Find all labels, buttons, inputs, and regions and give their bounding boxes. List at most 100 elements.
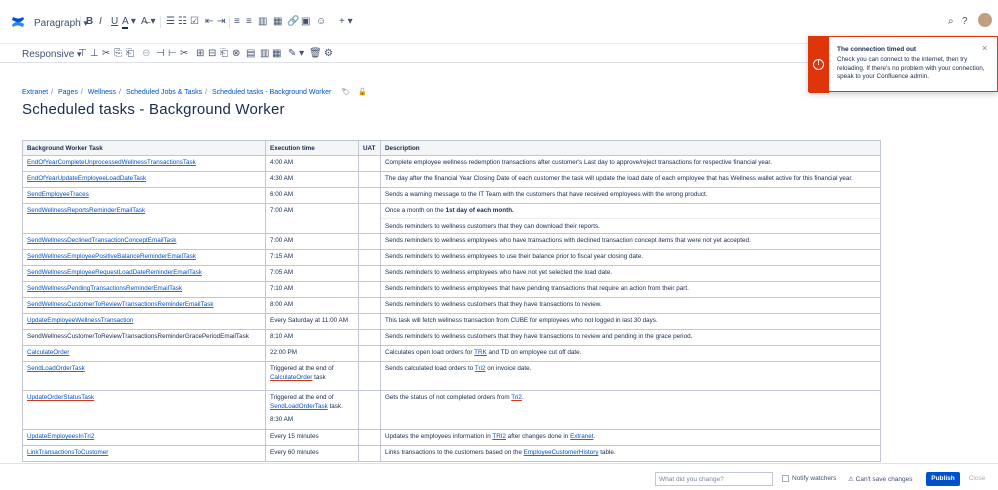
description-cell[interactable]: Sends calculated load orders to Tri2 on … <box>380 361 881 391</box>
publish-button[interactable]: Publish <box>926 472 960 486</box>
execution-time-cell[interactable]: Every 15 minutes <box>265 429 359 446</box>
task-name-cell[interactable]: SendEmployeeTraces <box>22 187 266 204</box>
row-above-icon[interactable]: ⊤ <box>78 48 87 60</box>
restrictions-icon[interactable]: 🔓 <box>358 89 367 96</box>
description-cell[interactable]: Sends reminders to wellness employees to… <box>380 249 881 266</box>
copy-row-icon[interactable]: ⎘ <box>114 48 122 60</box>
italic-button[interactable]: I <box>99 16 102 28</box>
task-link[interactable]: CalculateOrder <box>27 349 69 356</box>
task-name-cell[interactable]: LinkTransactionsToCustomer <box>22 445 266 462</box>
task-link[interactable]: UpdateOrderStatusTask <box>27 394 94 401</box>
search-icon[interactable]: ⌕ <box>948 16 954 28</box>
description-cell[interactable]: The day after the financial Year Closing… <box>380 171 881 188</box>
task-name-cell[interactable]: CalculateOrder <box>22 345 266 362</box>
task-link[interactable]: UpdateEmployeeWellnessTransaction <box>27 317 133 324</box>
header-row-icon[interactable]: ▤ <box>246 48 255 60</box>
task-list-icon[interactable]: ☑ <box>190 16 199 28</box>
description-cell[interactable]: Complete employee wellness redemption tr… <box>380 155 881 172</box>
uat-cell[interactable] <box>358 187 381 204</box>
breadcrumb-item[interactable]: Wellness <box>88 89 116 96</box>
page-title[interactable]: Scheduled tasks - Background Worker <box>22 101 285 118</box>
breadcrumb-item[interactable]: Scheduled Jobs & Tasks <box>126 89 202 96</box>
task-name-cell[interactable]: UpdateEmployeesInTri2 <box>22 429 266 446</box>
indent-icon[interactable]: ⇥ <box>217 16 225 28</box>
execution-time-cell[interactable]: 8:10 AM <box>265 329 359 346</box>
checkbox-icon[interactable] <box>782 475 789 482</box>
description-cell[interactable]: Sends reminders to wellness customers th… <box>380 297 881 314</box>
merge-cells-icon[interactable]: ⊞ <box>196 48 204 60</box>
align-left-icon[interactable]: ≡ <box>234 16 240 28</box>
uat-cell[interactable] <box>358 313 381 330</box>
split-cells-icon[interactable]: ⊟ <box>208 48 216 60</box>
description-cell[interactable]: Gets the status of not completed orders … <box>380 390 881 430</box>
uat-cell[interactable] <box>358 249 381 266</box>
breadcrumb-item[interactable]: Extranet <box>22 89 48 96</box>
table-header[interactable]: UAT <box>358 140 381 156</box>
more-formatting-button[interactable]: A̶ ▾ <box>141 16 155 28</box>
execution-time-cell[interactable]: 7:10 AM <box>265 281 359 298</box>
notify-watchers-checkbox[interactable]: Notify watchers <box>782 475 836 482</box>
execution-time-cell[interactable]: Every 60 minutes <box>265 445 359 462</box>
uat-cell[interactable] <box>358 429 381 446</box>
bullet-list-icon[interactable]: ☰ <box>166 16 175 28</box>
description-cell[interactable]: Sends reminders to wellness employees wh… <box>380 265 881 282</box>
image-icon[interactable]: ▣ <box>301 16 310 28</box>
uat-cell[interactable] <box>358 281 381 298</box>
execution-time-cell[interactable]: 7:15 AM <box>265 249 359 266</box>
bold-button[interactable]: B <box>86 16 93 28</box>
uat-cell[interactable] <box>358 265 381 282</box>
table-width-select[interactable]: Responsive ▾ <box>22 48 82 61</box>
task-link[interactable]: LinkTransactionsToCustomer <box>27 449 108 456</box>
task-link[interactable]: SendWellnessEmployeePositiveBalanceRemin… <box>27 253 196 260</box>
uat-cell[interactable] <box>358 233 381 250</box>
help-icon[interactable]: ? <box>962 16 968 28</box>
description-cell[interactable]: Updates the employees information in TRI… <box>380 429 881 446</box>
task-name-cell[interactable]: SendWellnessReportsReminderEmailTask <box>22 203 266 234</box>
uat-cell[interactable] <box>358 155 381 172</box>
task-link[interactable]: SendWellnessReportsReminderEmailTask <box>27 207 145 214</box>
emoji-icon[interactable]: ☺ <box>316 16 326 28</box>
execution-time-cell[interactable]: 6:00 AM <box>265 187 359 204</box>
table-header[interactable]: Background Worker Task <box>22 140 266 156</box>
execution-time-cell[interactable]: Every Saturday at 11:00 AM <box>265 313 359 330</box>
outdent-icon[interactable]: ⇤ <box>205 16 213 28</box>
task-link[interactable]: EndOfYearUpdateEmployeeLoadDateTask <box>27 175 146 182</box>
task-link[interactable]: SendEmployeeTraces <box>27 191 89 198</box>
cut-col-icon[interactable]: ✂ <box>180 48 188 60</box>
table-header[interactable]: Description <box>380 140 881 156</box>
description-cell[interactable]: This task will fetch wellness transactio… <box>380 313 881 330</box>
align-center-icon[interactable]: ≡ <box>246 16 252 28</box>
close-icon[interactable]: × <box>982 43 987 53</box>
uat-cell[interactable] <box>358 361 381 391</box>
task-name-cell[interactable]: UpdateOrderStatusTask <box>22 390 266 430</box>
layout-icon[interactable]: ▥ <box>258 16 267 28</box>
task-link[interactable]: SendLoadOrderTask <box>27 365 85 372</box>
task-name-cell[interactable]: SendWellnessPendingTransactionsReminderE… <box>22 281 266 298</box>
uat-cell[interactable] <box>358 171 381 188</box>
table-settings-icon[interactable]: ⚙ <box>324 48 333 60</box>
numbered-list-icon[interactable]: ☷ <box>178 16 187 28</box>
description-cell[interactable]: Links transactions to the customers base… <box>380 445 881 462</box>
table-header[interactable]: Execution time <box>265 140 359 156</box>
task-name-cell[interactable]: EndOfYearUpdateEmployeeLoadDateTask <box>22 171 266 188</box>
label-icon[interactable]: 🏷 <box>341 89 350 96</box>
execution-time-cell[interactable]: 7:00 AM <box>265 233 359 250</box>
task-link[interactable]: UpdateEmployeesInTri2 <box>27 433 94 440</box>
underline-button[interactable]: U <box>111 16 118 28</box>
task-name-cell[interactable]: UpdateEmployeeWellnessTransaction <box>22 313 266 330</box>
confluence-logo-icon[interactable] <box>11 15 25 29</box>
uat-cell[interactable] <box>358 329 381 346</box>
task-link[interactable]: SendWellnessCustomerToReviewTransactions… <box>27 333 249 340</box>
task-link[interactable]: SendWellnessDeclinedTransactionConceptEm… <box>27 237 176 244</box>
task-link[interactable]: SendWellnessCustomerToReviewTransactions… <box>27 301 214 308</box>
description-cell[interactable]: Sends reminders to wellness employees th… <box>380 281 881 298</box>
task-name-cell[interactable]: EndOfYearCompleteUnprocessedWellnessTran… <box>22 155 266 172</box>
execution-time-cell[interactable]: Triggered at the end of SendLoadOrderTas… <box>265 390 359 430</box>
breadcrumb-item[interactable]: Scheduled tasks - Background Worker <box>212 89 331 96</box>
row-below-icon[interactable]: ⊥ <box>90 48 99 60</box>
task-name-cell[interactable]: SendWellnessCustomerToReviewTransactions… <box>22 297 266 314</box>
change-comment-input[interactable]: What did you change? <box>655 472 773 486</box>
delete-col-icon[interactable]: ⊗ <box>232 48 240 60</box>
execution-time-cell[interactable]: 4:30 AM <box>265 171 359 188</box>
execution-time-cell[interactable]: 4:00 AM <box>265 155 359 172</box>
